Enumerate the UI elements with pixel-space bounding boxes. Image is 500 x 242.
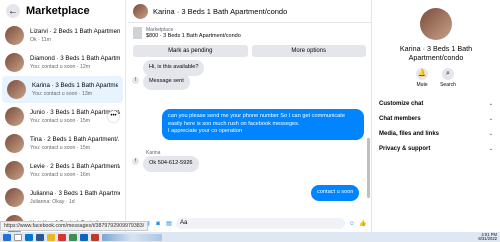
message-bubble: Ok 504-612-5926 [143,156,199,172]
message-thread[interactable]: f Hi, is this available? Message sent ca… [128,59,371,204]
listing-info[interactable]: Marketplace $800 · 3 Beds 1 Bath Apartme… [128,23,371,43]
avatar [5,107,24,126]
avatar [7,80,26,99]
task-view-icon[interactable] [25,233,33,241]
conversation-item[interactable]: Julianna · 3 Beds 1 Bath Apartme... Julia… [0,184,125,211]
avatar [5,161,24,180]
gif-icon[interactable]: ▤ [165,220,173,228]
mark-pending-button[interactable]: Mark as pending [133,45,248,57]
conversation-list-panel: ← Marketplace Lizarvi · 2 Beds 1 Bath Ap… [0,0,126,232]
conversation-item[interactable]: Diamond · 3 Beds 1 Bath Apartme... You: c… [0,49,125,76]
chat-panel: Karina · 3 Beds 1 Bath Apartment/condo M… [128,0,371,232]
search-label: Search [440,82,456,88]
section-media-files-links[interactable]: Media, files and links ⌄ [372,126,500,141]
bell-icon: 🔔 [416,68,429,80]
sender-avatar-icon: f [132,77,139,84]
back-arrow-icon[interactable]: ← [6,4,20,18]
more-options-icon[interactable]: ••• [108,111,119,122]
like-icon[interactable]: 👍 [359,220,367,228]
chevron-down-icon: ⌄ [488,130,493,137]
message-input[interactable]: Aa [176,218,345,229]
section-label: Chat members [379,115,421,122]
search-icon: ⌕ [442,68,454,80]
mute-action[interactable]: 🔔 Mute [416,68,429,88]
conversation-name: Karina · 3 Beds 1 Bath Apartment/... [32,82,118,89]
chrome-icon[interactable] [69,233,77,241]
conversation-list-header: ← Marketplace [0,0,125,22]
section-label: Customize chat [379,100,424,107]
conversation-item[interactable]: Tina · 2 Beds 1 Bath Apartment/... You: c… [0,130,125,157]
composer: ⊕ ▣ ◙ ▤ Aa ☺ 👍 [128,215,371,232]
chat-title[interactable]: Karina · 3 Beds 1 Bath Apartment/condo [153,7,287,16]
listing-thumbnail [133,27,142,39]
section-label: Privacy & support [379,145,431,152]
more-options-button[interactable]: More options [251,45,366,57]
word-icon[interactable] [36,233,44,241]
conversation-name: Levie · 2 Beds 1 Bath Apartment/... [30,163,120,170]
avatar[interactable] [133,3,148,19]
conversation-name: Lizarvi · 2 Beds 1 Bath Apartment/... [30,28,120,35]
conversation-item[interactable]: Junio · 3 Beds 1 Bath Apartment/... You: … [0,103,125,130]
conversation-preview: You: contact u soon · 15m [30,145,91,151]
conversation-item[interactable]: Lizarvi · 2 Beds 1 Bath Apartment/... Ok … [0,22,125,49]
section-customize-chat[interactable]: Customize chat ⌄ [372,96,500,111]
conversation-preview: You: contact u soon · 15m [30,118,91,124]
conversation-name: Tina · 2 Beds 1 Bath Apartment/... [30,136,120,143]
search-action[interactable]: ⌕ Search [440,68,456,88]
conversation-preview: You: contact u soon · 13m [32,91,93,97]
conversation-name: Julianna · 3 Beds 1 Bath Apartme... [30,190,120,197]
status-bar-url: https://www.facebook.com/messages/t/3879… [0,221,149,231]
avatar[interactable] [420,8,452,40]
conversation-item[interactable]: Karina · 3 Beds 1 Bath Apartment/... You:… [2,76,123,103]
contact-name: Karina · 3 Beds 1 Bath Apartment/condo [399,44,473,62]
avatar [5,134,24,153]
conversation-preview: Julianna: Okay · 1d [30,199,75,205]
message-bubble: contact u soon [311,185,360,201]
search-icon[interactable] [14,233,22,241]
conversation-name: Junio · 3 Beds 1 Bath Apartment/... [30,109,120,116]
message-bubble: Message sent [143,74,190,90]
system-tray[interactable]: 4:01 PM 8/31/2022 [478,232,497,242]
chrome-icon[interactable] [58,233,66,241]
chevron-down-icon: ⌄ [488,145,493,152]
section-privacy-support[interactable]: Privacy & support ⌄ [372,141,500,156]
chat-header: Karina · 3 Beds 1 Bath Apartment/condo [128,0,371,23]
conversation-name: Diamond · 3 Beds 1 Bath Apartme... [30,55,120,62]
chevron-down-icon: ⌄ [488,115,493,122]
mute-label: Mute [416,82,428,88]
sender-avatar-icon: f [132,158,139,165]
conversation-details-panel: Karina · 3 Beds 1 Bath Apartment/condo 🔔… [371,0,500,232]
edge-icon[interactable] [80,233,88,241]
emoji-icon[interactable]: ☺ [348,220,356,228]
message-bubble: can you please send me your phone number… [162,109,364,140]
app-icon[interactable] [91,233,99,241]
conversation-preview: Ok · 11m [30,37,51,43]
conversation-item[interactable]: Levie · 2 Beds 1 Bath Apartment/... You: … [0,157,125,184]
avatar [5,188,24,207]
folder-icon[interactable] [47,233,55,241]
section-chat-members[interactable]: Chat members ⌄ [372,111,500,126]
chevron-down-icon: ⌄ [488,100,493,107]
panel-title: Marketplace [26,5,90,17]
listing-title: $800 · 3 Beds 1 Bath Apartment/condo [146,33,241,39]
sticker-icon[interactable]: ◙ [154,220,162,228]
taskbar-preview [102,233,162,241]
avatar [5,53,24,72]
conversation-preview: You: contact u soon · 12m [30,64,91,70]
scrollbar[interactable] [367,138,370,198]
section-label: Media, files and links [379,130,440,137]
windows-start-icon[interactable] [3,233,11,241]
clock-date: 8/31/2022 [478,236,497,241]
avatar [5,26,24,45]
taskbar: 4:01 PM 8/31/2022 [0,232,500,242]
conversation-preview: You: contact u soon · 16m [30,172,91,178]
